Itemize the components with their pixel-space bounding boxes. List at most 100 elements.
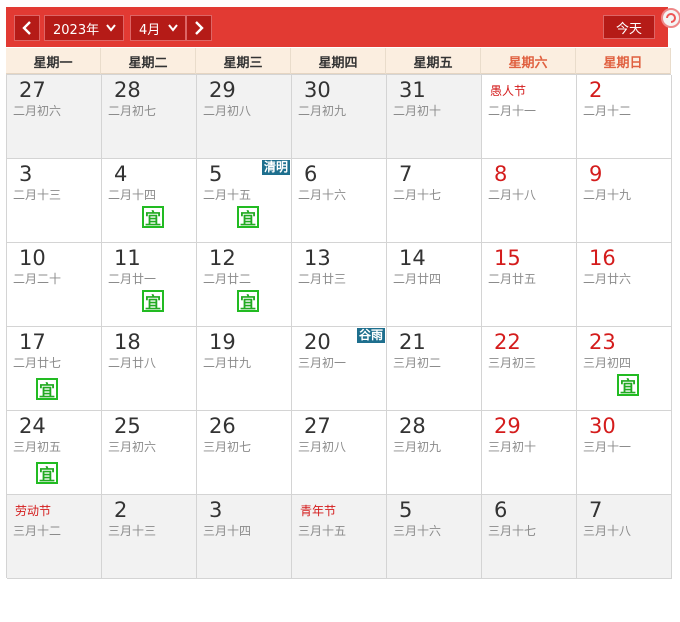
day-cell[interactable]: 19 二月廿九 [197,327,292,411]
day-cell[interactable]: 17 二月廿七宜 [7,327,102,411]
day-cell[interactable]: 29 三月初十 [482,411,577,495]
lunar-date: 二月初八 [203,104,252,118]
day-cell[interactable]: 27 三月初八 [292,411,387,495]
day-number: 21 [399,330,426,354]
day-number: 28 [399,414,426,438]
month-select[interactable]: 4月 [130,15,186,41]
day-cell[interactable]: 22 三月初三 [482,327,577,411]
day-cell[interactable]: 12 二月廿二宜 [197,243,292,327]
day-cell[interactable]: 4 二月十四宜 [102,159,197,243]
day-number: 29 [209,78,236,102]
day-number: 30 [304,78,331,102]
day-cell[interactable]: 2 二月十二 [577,75,672,159]
day-cell[interactable]: 11 二月廿一宜 [102,243,197,327]
day-cell[interactable]: 9 二月十九 [577,159,672,243]
day-cell[interactable]: 30 二月初九 [292,75,387,159]
lunar-date: 二月十二 [583,104,632,118]
lunar-date: 二月十四 [108,188,157,202]
lunar-date: 三月初一 [298,356,347,370]
auspicious-badge: 宜 [36,378,58,400]
year-select[interactable]: 2023年 [44,15,124,41]
day-cell[interactable]: 5 三月十六 [387,495,482,579]
day-cell[interactable]: 16 二月廿六 [577,243,672,327]
day-cell[interactable]: 30 三月十一 [577,411,672,495]
day-cell[interactable]: 18 二月廿八 [102,327,197,411]
day-cell[interactable]: 28 二月初七 [102,75,197,159]
day-cell[interactable]: 3 二月十三 [7,159,102,243]
lunar-date: 三月十三 [108,524,157,538]
lunar-date: 二月十七 [393,188,442,202]
lunar-date: 三月初六 [108,440,157,454]
lunar-date: 二月十九 [583,188,632,202]
lunar-date: 二月廿六 [583,272,632,286]
refresh-icon[interactable] [660,7,680,29]
lunar-date: 二月初九 [298,104,347,118]
day-number: 11 [114,246,141,270]
day-number: 15 [494,246,521,270]
weekday-label: 星期四 [291,48,386,74]
lunar-date: 三月初九 [393,440,442,454]
day-cell[interactable]: 31 二月初十 [387,75,482,159]
day-cell[interactable]: 7 二月十七 [387,159,482,243]
weekday-label: 星期六 [481,48,576,74]
day-cell[interactable]: 10 二月二十 [7,243,102,327]
day-cell[interactable]: 2 三月十三 [102,495,197,579]
day-cell[interactable]: 13 二月廿三 [292,243,387,327]
day-number: 19 [209,330,236,354]
lunar-date: 三月初十 [488,440,537,454]
day-cell[interactable]: 20 三月初一 谷雨 [292,327,387,411]
day-number: 6 [304,162,318,186]
next-month-button[interactable] [186,15,212,41]
day-number: 20 [304,330,331,354]
day-cell[interactable]: 15 二月廿五 [482,243,577,327]
day-cell[interactable]: 25 三月初六 [102,411,197,495]
lunar-date: 三月初四 [583,356,632,370]
day-cell[interactable]: 3 三月十四 [197,495,292,579]
day-number: 31 [399,78,426,102]
day-cell[interactable]: 8 二月十八 [482,159,577,243]
lunar-date: 二月十五 [203,188,252,202]
day-cell[interactable]: 26 三月初七 [197,411,292,495]
lunar-date: 三月初五 [13,440,62,454]
day-cell[interactable]: 5 二月十五 清明宜 [197,159,292,243]
auspicious-badge: 宜 [142,290,164,312]
day-cell[interactable]: 劳动节 三月十二 [7,495,102,579]
lunar-date: 二月十三 [13,188,62,202]
lunar-date: 二月二十 [13,272,62,286]
day-number: 9 [589,162,603,186]
day-cell[interactable]: 29 二月初八 [197,75,292,159]
prev-month-button[interactable] [14,15,40,41]
weekday-label: 星期五 [386,48,481,74]
weekday-header: 星期一 星期二 星期三 星期四 星期五 星期六 星期日 [6,48,671,74]
day-cell[interactable]: 24 三月初五宜 [7,411,102,495]
day-number: 12 [209,246,236,270]
day-cell[interactable]: 愚人节 二月十一 [482,75,577,159]
lunar-date: 二月廿八 [108,356,157,370]
day-number: 25 [114,414,141,438]
lunar-date: 二月廿三 [298,272,347,286]
day-cell[interactable]: 6 二月十六 [292,159,387,243]
day-cell[interactable]: 21 三月初二 [387,327,482,411]
day-number: 23 [589,330,616,354]
day-cell[interactable]: 28 三月初九 [387,411,482,495]
day-cell[interactable]: 6 三月十七 [482,495,577,579]
solar-term-badge: 清明 [261,160,290,175]
chevron-down-icon [106,24,116,32]
auspicious-badge: 宜 [617,374,639,396]
day-number: 7 [399,162,413,186]
day-cell[interactable]: 14 二月廿四 [387,243,482,327]
day-cell[interactable]: 7 三月十八 [577,495,672,579]
lunar-date: 三月初二 [393,356,442,370]
day-number: 2 [589,78,603,102]
day-cell[interactable]: 23 三月初四宜 [577,327,672,411]
today-button[interactable]: 今天 [603,15,655,39]
chevron-right-icon [195,21,204,35]
lunar-date: 二月十六 [298,188,347,202]
chevron-down-icon [168,24,178,32]
lunar-date: 三月初七 [203,440,252,454]
day-cell[interactable]: 27 二月初六 [7,75,102,159]
festival-label: 愚人节 [490,84,527,98]
lunar-date: 二月初十 [393,104,442,118]
day-number: 10 [19,246,46,270]
day-cell[interactable]: 青年节 三月十五 [292,495,387,579]
